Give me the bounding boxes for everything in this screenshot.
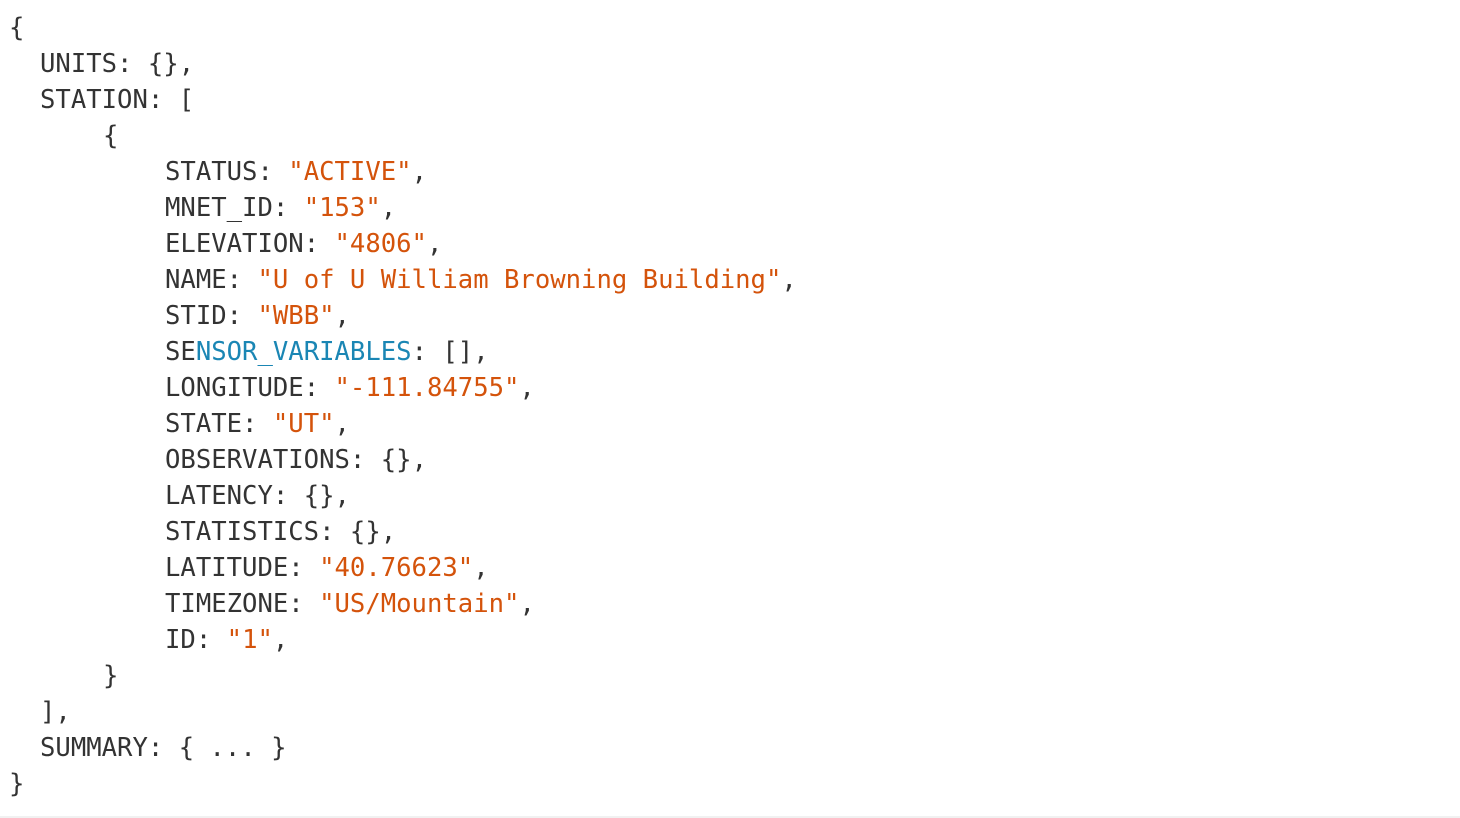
json-value-stid: "WBB"	[257, 301, 335, 331]
json-key-latency: LATENCY	[165, 481, 273, 511]
json-value-status: "ACTIVE"	[288, 157, 412, 187]
json-value-name: "U of U William Browning Building"	[257, 265, 782, 295]
json-row-mnet-id: MNET_ID: "153",	[165, 193, 397, 223]
json-value-observations: {}	[380, 445, 412, 475]
json-value-summary[interactable]: { ... }	[179, 733, 287, 763]
json-row-latitude: LATITUDE: "40.76623",	[165, 553, 489, 583]
json-row-stid: STID: "WBB",	[165, 301, 350, 331]
json-key-stid: STID	[165, 301, 227, 331]
json-value-id: "1"	[226, 625, 273, 655]
json-key-summary: SUMMARY	[40, 733, 148, 763]
json-key-id: ID	[165, 625, 196, 655]
station-object-open: {	[103, 118, 118, 154]
json-value-elevation: "4806"	[334, 229, 427, 259]
root-close-brace: }	[9, 766, 24, 802]
json-row-id: ID: "1",	[165, 625, 289, 655]
open-brace: {	[103, 121, 119, 151]
json-value-statistics: {}	[349, 517, 381, 547]
open-brace: {	[9, 13, 25, 43]
root-open-brace: {	[9, 10, 24, 46]
json-key-sensor-variables-prefix: SE	[165, 337, 196, 367]
close-brace: }	[103, 661, 119, 691]
station-object-close: }	[103, 658, 118, 694]
json-value-timezone: "US/Mountain"	[319, 589, 520, 619]
json-value-sensor-variables: []	[442, 337, 474, 367]
json-key-mnet-id: MNET_ID	[165, 193, 273, 223]
json-key-elevation: ELEVATION	[165, 229, 304, 259]
json-row-longitude: LONGITUDE: "-111.84755",	[165, 373, 535, 403]
json-value-latency: {}	[303, 481, 335, 511]
station-open-bracket: [	[178, 85, 195, 115]
json-value-longitude: "-111.84755"	[334, 373, 520, 403]
close-bracket: ],	[40, 697, 71, 727]
json-key-status: STATUS	[165, 157, 258, 187]
json-value-units: {}	[147, 49, 179, 79]
json-row-statistics: STATISTICS: {},	[165, 517, 397, 547]
json-key-statistics: STATISTICS	[165, 517, 320, 547]
json-value-state: "UT"	[272, 409, 335, 439]
json-value-mnet-id: "153"	[303, 193, 381, 223]
json-value-latitude: "40.76623"	[319, 553, 474, 583]
json-row-timezone: TIMEZONE: "US/Mountain",	[165, 589, 535, 619]
station-close-bracket: ],	[40, 694, 71, 730]
close-brace: }	[9, 769, 25, 799]
json-key-units: UNITS	[40, 49, 118, 79]
json-row-sensor-variables: SENSOR_VARIABLES: [],	[165, 337, 489, 367]
json-row-state: STATE: "UT",	[165, 409, 350, 439]
json-key-timezone: TIMEZONE	[165, 589, 289, 619]
json-row-summary: SUMMARY: { ... }	[40, 733, 287, 763]
sensor-variables-link[interactable]: NSOR_VARIABLES	[196, 337, 412, 367]
json-viewer: { UNITS: {}, STATION: [ { STATUS: "ACTIV…	[0, 0, 1460, 818]
json-key-latitude: LATITUDE	[165, 553, 289, 583]
json-key-longitude: LONGITUDE	[165, 373, 304, 403]
json-row-units: UNITS: {},	[40, 49, 195, 79]
json-row-elevation: ELEVATION: "4806",	[165, 229, 443, 259]
json-row-status: STATUS: "ACTIVE",	[165, 157, 427, 187]
json-row-latency: LATENCY: {},	[165, 481, 350, 511]
json-row-observations: OBSERVATIONS: {},	[165, 445, 427, 475]
json-key-observations: OBSERVATIONS	[165, 445, 350, 475]
json-key-station: STATION	[40, 85, 148, 115]
json-key-name: NAME	[165, 265, 227, 295]
json-key-state: STATE	[165, 409, 243, 439]
json-row-station: STATION: [	[40, 85, 195, 115]
json-row-name: NAME: "U of U William Browning Building"…	[165, 265, 797, 295]
